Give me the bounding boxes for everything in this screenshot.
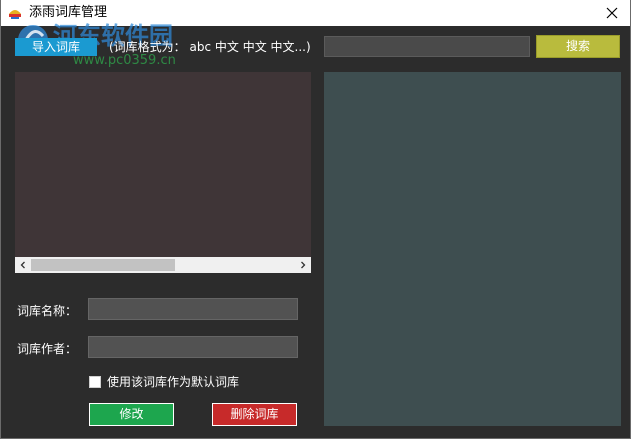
dictionary-author-input[interactable] [88,336,298,358]
default-dictionary-checkbox[interactable] [89,376,101,388]
close-icon [606,7,618,19]
search-button[interactable]: 搜索 [536,35,620,58]
dictionary-author-label: 词库作者： [17,342,78,356]
word-results-panel[interactable] [324,72,621,426]
modify-button[interactable]: 修改 [89,403,174,426]
app-logo-icon [9,10,21,19]
dictionary-name-label: 词库名称： [17,304,78,318]
window-title: 添雨词库管理 [29,5,108,20]
format-hint-text: (词库格式为： abc 中文 中文 中文...) [109,40,311,54]
delete-dictionary-button[interactable]: 删除词库 [212,403,297,426]
scroll-right-button[interactable] [295,257,311,273]
import-dictionary-button[interactable]: 导入词库 [15,38,97,56]
title-bar[interactable]: 添雨词库管理 [1,0,630,26]
search-input[interactable] [324,36,530,57]
chevron-right-icon [301,261,306,269]
scrollbar-thumb[interactable] [31,259,175,271]
dictionary-list[interactable] [15,72,311,257]
dictionary-name-input[interactable] [88,298,298,320]
app-window: 添雨词库管理 河东软件园 www.pc0359.cn 导入词库 (词库格式为： … [0,0,631,439]
default-dictionary-label[interactable]: 使用该词库作为默认词库 [107,373,239,391]
chevron-left-icon [20,261,25,269]
scroll-left-button[interactable] [15,257,31,273]
horizontal-scrollbar[interactable] [15,257,311,273]
close-button[interactable] [600,3,624,23]
